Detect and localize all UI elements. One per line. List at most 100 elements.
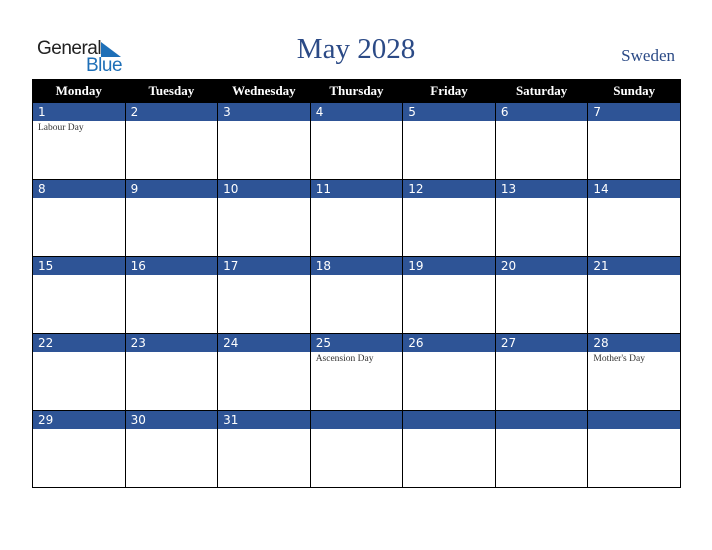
weekday-header: Thursday bbox=[309, 79, 404, 103]
day-cell[interactable]: 30 bbox=[124, 410, 219, 488]
day-number: 18 bbox=[310, 257, 403, 275]
day-cell[interactable]: 9 bbox=[124, 179, 219, 257]
day-cell[interactable] bbox=[587, 410, 681, 488]
day-cell[interactable]: 1 Labour Day bbox=[32, 102, 126, 180]
day-cell[interactable]: 20 bbox=[494, 256, 589, 334]
day-cell[interactable]: 2 bbox=[124, 102, 219, 180]
day-number: 5 bbox=[403, 103, 495, 121]
day-number: 17 bbox=[218, 257, 310, 275]
day-cell[interactable]: 5 bbox=[402, 102, 496, 180]
day-cell[interactable]: 11 bbox=[309, 179, 404, 257]
day-number: 2 bbox=[125, 103, 218, 121]
holiday-label bbox=[496, 198, 588, 200]
day-number: 1 bbox=[33, 103, 125, 121]
day-number: 3 bbox=[218, 103, 310, 121]
week-row: 22 23 24 25 Ascension Day 26 27 28 Mother's Day bbox=[32, 333, 681, 411]
day-number: 24 bbox=[218, 334, 310, 352]
holiday-label bbox=[33, 275, 125, 277]
day-cell[interactable]: 8 bbox=[32, 179, 126, 257]
holiday-label bbox=[218, 121, 310, 123]
day-cell[interactable]: 29 bbox=[32, 410, 126, 488]
weekday-header: Monday bbox=[32, 79, 126, 103]
day-cell[interactable]: 21 bbox=[587, 256, 681, 334]
day-number: 6 bbox=[495, 103, 588, 121]
day-cell[interactable]: 16 bbox=[124, 256, 219, 334]
calendar-grid: Monday Tuesday Wednesday Thursday Friday Satu… bbox=[32, 79, 681, 488]
holiday-label bbox=[126, 198, 218, 200]
day-cell[interactable] bbox=[309, 410, 404, 488]
day-number: 21 bbox=[588, 257, 680, 275]
weekday-header: Saturday bbox=[494, 79, 589, 103]
holiday-label bbox=[311, 429, 403, 431]
day-cell[interactable]: 27 bbox=[494, 333, 589, 411]
day-number: 31 bbox=[218, 411, 310, 429]
day-cell[interactable]: 3 bbox=[217, 102, 311, 180]
day-cell[interactable]: 19 bbox=[402, 256, 496, 334]
day-number: 16 bbox=[125, 257, 218, 275]
day-cell[interactable]: 12 bbox=[402, 179, 496, 257]
holiday-label bbox=[588, 121, 680, 123]
holiday-label bbox=[496, 121, 588, 123]
day-cell[interactable]: 26 bbox=[402, 333, 496, 411]
day-cell[interactable]: 18 bbox=[309, 256, 404, 334]
holiday-label bbox=[126, 352, 218, 354]
day-cell[interactable]: 7 bbox=[587, 102, 681, 180]
day-number: 10 bbox=[218, 180, 310, 198]
holiday-label bbox=[126, 429, 218, 431]
day-cell[interactable]: 24 bbox=[217, 333, 311, 411]
week-row: 15 16 17 18 19 20 21 bbox=[32, 256, 681, 334]
day-cell[interactable]: 28 Mother's Day bbox=[587, 333, 681, 411]
holiday-label bbox=[218, 275, 310, 277]
holiday-label bbox=[126, 121, 218, 123]
day-cell[interactable]: 13 bbox=[494, 179, 589, 257]
day-number: 14 bbox=[588, 180, 680, 198]
day-number: 9 bbox=[125, 180, 218, 198]
holiday-label bbox=[588, 198, 680, 200]
day-number: 8 bbox=[33, 180, 125, 198]
holiday-label bbox=[588, 275, 680, 277]
holiday-label bbox=[218, 352, 310, 354]
day-number: 23 bbox=[125, 334, 218, 352]
holiday-label bbox=[403, 198, 495, 200]
holiday-label bbox=[496, 429, 588, 431]
day-number bbox=[310, 411, 403, 429]
holiday-label bbox=[218, 198, 310, 200]
day-cell[interactable]: 17 bbox=[217, 256, 311, 334]
day-number: 19 bbox=[403, 257, 495, 275]
holiday-label bbox=[403, 352, 495, 354]
country-label: Sweden bbox=[621, 46, 675, 65]
day-number: 29 bbox=[33, 411, 125, 429]
day-cell[interactable]: 25 Ascension Day bbox=[309, 333, 404, 411]
day-cell[interactable]: 23 bbox=[124, 333, 219, 411]
week-row: 29 30 31 bbox=[32, 410, 681, 488]
day-number bbox=[495, 411, 588, 429]
day-cell[interactable]: 15 bbox=[32, 256, 126, 334]
day-cell[interactable]: 14 bbox=[587, 179, 681, 257]
day-number: 13 bbox=[495, 180, 588, 198]
day-cell[interactable]: 22 bbox=[32, 333, 126, 411]
day-cell[interactable] bbox=[402, 410, 496, 488]
holiday-label bbox=[218, 429, 310, 431]
weekday-header: Tuesday bbox=[124, 79, 219, 103]
calendar-title: May 2028 bbox=[296, 33, 416, 65]
day-cell[interactable]: 6 bbox=[494, 102, 589, 180]
holiday-label bbox=[403, 429, 495, 431]
holiday-label bbox=[33, 352, 125, 354]
day-cell[interactable]: 10 bbox=[217, 179, 311, 257]
day-number: 12 bbox=[403, 180, 495, 198]
day-cell[interactable] bbox=[494, 410, 589, 488]
day-cell[interactable]: 4 bbox=[309, 102, 404, 180]
day-number: 26 bbox=[403, 334, 495, 352]
day-cell[interactable]: 31 bbox=[217, 410, 311, 488]
holiday-label bbox=[311, 121, 403, 123]
holiday-label bbox=[33, 198, 125, 200]
day-number: 20 bbox=[495, 257, 588, 275]
day-number: 4 bbox=[310, 103, 403, 121]
holiday-label bbox=[403, 121, 495, 123]
holiday-label bbox=[311, 198, 403, 200]
day-number: 25 bbox=[310, 334, 403, 352]
holiday-label bbox=[311, 275, 403, 277]
day-number: 27 bbox=[495, 334, 588, 352]
day-number bbox=[403, 411, 495, 429]
weekday-header: Wednesday bbox=[217, 79, 311, 103]
